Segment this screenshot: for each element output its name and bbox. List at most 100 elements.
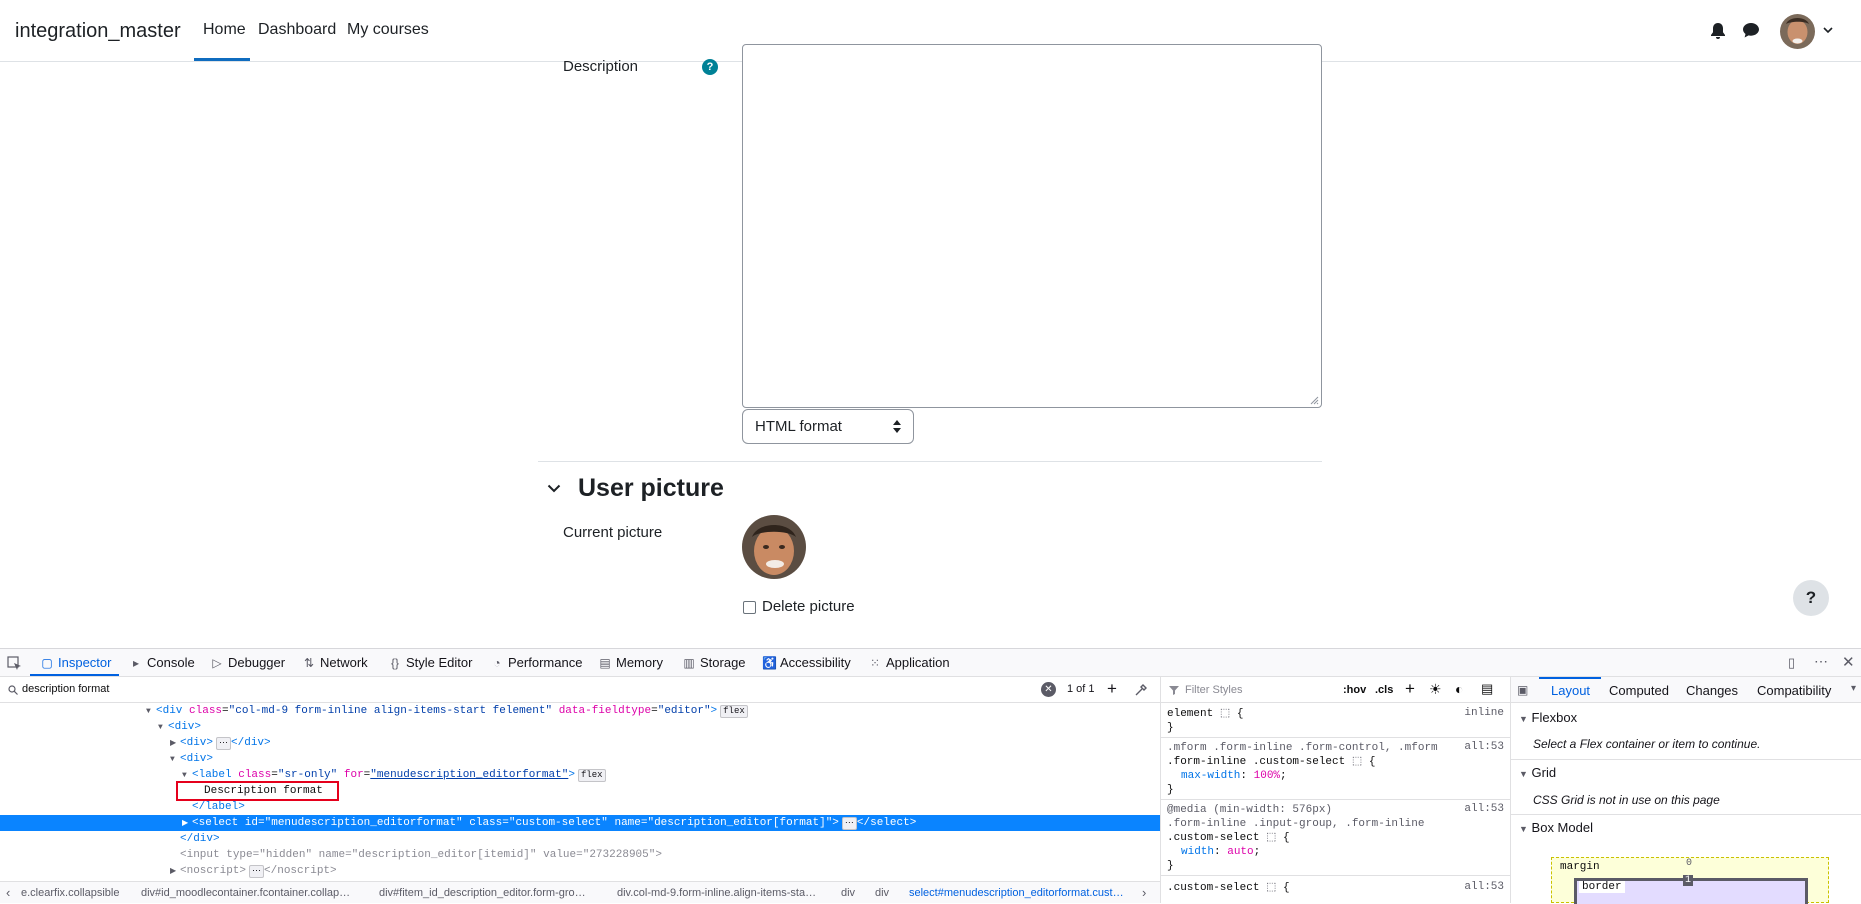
site-name[interactable]: integration_master bbox=[15, 20, 181, 43]
tab-console[interactable]: ▸ Console bbox=[129, 655, 195, 670]
collapse-chevron-icon[interactable] bbox=[547, 484, 561, 494]
box-model-border[interactable]: border 1 bbox=[1574, 875, 1808, 904]
add-node-icon[interactable]: + bbox=[1107, 679, 1117, 699]
user-avatar[interactable] bbox=[1780, 14, 1815, 49]
user-picture-heading[interactable]: User picture bbox=[578, 474, 724, 503]
print-media-icon[interactable]: ▤ bbox=[1481, 681, 1493, 697]
class-toggle[interactable]: .cls bbox=[1375, 684, 1393, 696]
add-rule-icon[interactable]: + bbox=[1405, 679, 1415, 699]
tab-accessibility[interactable]: ♿ Accessibility bbox=[762, 655, 851, 670]
clear-search-icon[interactable]: ✕ bbox=[1041, 682, 1056, 697]
ellipsis-badge[interactable]: ⋯ bbox=[249, 865, 265, 878]
light-scheme-icon[interactable]: ☀ bbox=[1429, 681, 1442, 698]
markup-line[interactable]: ▼ <div class="col-md-9 form-inline align-… bbox=[146, 703, 748, 719]
tab-performance[interactable]: ◔ Performance bbox=[490, 655, 582, 670]
breadcrumb-item-selected[interactable]: select#menudescription_editorformat.cust… bbox=[909, 887, 1124, 899]
rule-source[interactable]: all:53 bbox=[1464, 741, 1504, 753]
markup-line[interactable]: ▼ <div> bbox=[170, 751, 213, 767]
markup-line[interactable]: </div> bbox=[180, 831, 220, 847]
selected-markup-line[interactable]: ▶ <select id="menudescription_editorforma… bbox=[0, 815, 1160, 831]
tab-compatibility[interactable]: Compatibility bbox=[1757, 683, 1831, 698]
breadcrumb-item[interactable]: div#fitem_id_description_editor.form-gro… bbox=[379, 887, 586, 899]
bell-icon[interactable] bbox=[1710, 22, 1726, 40]
markup-line[interactable]: </label> bbox=[192, 799, 245, 815]
eyedropper-icon[interactable] bbox=[1134, 683, 1148, 697]
expanded-triangle-icon[interactable]: ▼ bbox=[170, 752, 180, 768]
box-model-margin[interactable]: margin 0 border 1 bbox=[1551, 857, 1829, 904]
description-format-select[interactable]: HTML format bbox=[742, 409, 914, 444]
rule-source[interactable]: all:53 bbox=[1464, 881, 1504, 893]
flex-badge[interactable]: flex bbox=[577, 769, 606, 782]
rule-element[interactable]: element ⬚ { bbox=[1167, 707, 1243, 721]
breadcrumb-prev-icon[interactable]: ‹ bbox=[6, 885, 10, 900]
breadcrumb-item[interactable]: e.clearfix.collapsible bbox=[21, 887, 119, 899]
markup-line[interactable]: ▼ <div> bbox=[158, 719, 201, 735]
delete-picture-label[interactable]: Delete picture bbox=[762, 598, 855, 615]
delete-picture-checkbox[interactable] bbox=[743, 601, 756, 614]
dark-scheme-icon[interactable]: ◐ bbox=[1455, 681, 1463, 697]
rule-source[interactable]: all:53 bbox=[1464, 803, 1504, 815]
breadcrumb-item[interactable]: div.col-md-9.form-inline.align-items-sta… bbox=[617, 887, 816, 899]
grid-section[interactable]: ▼ Grid bbox=[1519, 765, 1556, 780]
nav-home[interactable]: Home bbox=[203, 21, 246, 39]
element-picker-icon[interactable] bbox=[7, 656, 22, 671]
collapsed-triangle-icon[interactable]: ▶ bbox=[170, 864, 180, 880]
rule-declaration[interactable]: width: auto; bbox=[1181, 845, 1260, 859]
box-model-section[interactable]: ▼ Box Model bbox=[1519, 820, 1593, 835]
markup-search-input[interactable]: description format bbox=[22, 683, 109, 695]
markup-line[interactable]: ▶ <div> ⋯ </div> bbox=[170, 735, 271, 751]
flex-badge[interactable]: flex bbox=[720, 705, 748, 718]
collapsed-triangle-icon[interactable]: ▶ bbox=[170, 736, 180, 752]
tab-changes[interactable]: Changes bbox=[1686, 683, 1738, 698]
help-floating-button[interactable]: ? bbox=[1793, 580, 1829, 616]
tab-application[interactable]: ⁙ Application bbox=[868, 655, 950, 670]
ellipsis-badge[interactable]: ⋯ bbox=[841, 817, 857, 830]
toggle-sidebar-icon[interactable]: ▣ bbox=[1517, 683, 1528, 697]
collapsed-triangle-icon[interactable]: ▶ bbox=[182, 816, 192, 832]
markup-line[interactable]: ▶ <noscript> ⋯ </noscript> bbox=[170, 863, 337, 879]
tabs-overflow-icon[interactable]: ▾ bbox=[1851, 683, 1856, 694]
help-icon[interactable]: ? bbox=[702, 59, 718, 75]
close-devtools-icon[interactable]: ✕ bbox=[1842, 653, 1855, 671]
tab-debugger[interactable]: ▷ Debugger bbox=[210, 655, 285, 670]
rule-selector[interactable]: .custom-select ⬚ { bbox=[1167, 881, 1290, 895]
markup-line[interactable]: <input type="hidden" name="description_e… bbox=[180, 847, 662, 863]
tab-storage[interactable]: ▥ Storage bbox=[682, 655, 745, 670]
chevron-down-icon[interactable] bbox=[1823, 27, 1833, 34]
flexbox-section[interactable]: ▼ Flexbox bbox=[1519, 710, 1577, 725]
rule-source[interactable]: inline bbox=[1464, 707, 1504, 719]
select-arrows-icon bbox=[893, 420, 901, 433]
border-value[interactable]: 1 bbox=[1683, 875, 1694, 886]
rule-selector[interactable]: .mform .form-inline .form-control, .mfor… bbox=[1167, 741, 1438, 755]
filter-styles-input[interactable]: Filter Styles bbox=[1185, 684, 1242, 696]
margin-value[interactable]: 0 bbox=[1686, 858, 1692, 869]
expanded-triangle-icon[interactable]: ▼ bbox=[158, 720, 168, 736]
tab-inspector[interactable]: ▢ Inspector bbox=[40, 655, 111, 670]
breadcrumb-item[interactable]: div#id_moodlecontainer.fcontainer.collap… bbox=[141, 887, 350, 899]
responsive-design-icon[interactable]: ▯ bbox=[1788, 655, 1795, 671]
hover-state-toggle[interactable]: :hov bbox=[1343, 684, 1366, 696]
rule-selector[interactable]: .custom-select ⬚ { bbox=[1167, 831, 1290, 845]
breadcrumb-next-icon[interactable]: › bbox=[1142, 885, 1146, 900]
tab-network[interactable]: ⇅ Network bbox=[302, 655, 368, 670]
more-options-icon[interactable]: ⋯ bbox=[1814, 653, 1828, 670]
resize-grip-icon[interactable] bbox=[1309, 395, 1319, 405]
tab-computed[interactable]: Computed bbox=[1609, 683, 1669, 698]
rule-selector[interactable]: .form-inline .custom-select ⬚ { bbox=[1167, 755, 1375, 769]
chat-icon[interactable] bbox=[1742, 22, 1760, 39]
attr-value-link[interactable]: "menudescription_editorformat" bbox=[370, 769, 568, 781]
expanded-triangle-icon[interactable]: ▼ bbox=[146, 704, 156, 720]
tab-style-editor[interactable]: {} Style Editor bbox=[388, 655, 473, 670]
nav-my-courses[interactable]: My courses bbox=[347, 21, 429, 39]
nav-dashboard[interactable]: Dashboard bbox=[258, 21, 336, 39]
tab-layout[interactable]: Layout bbox=[1551, 683, 1590, 698]
rule-selector[interactable]: .form-inline .input-group, .form-inline bbox=[1167, 817, 1424, 831]
tab-memory[interactable]: ▤ Memory bbox=[598, 655, 663, 670]
description-editor[interactable] bbox=[742, 44, 1322, 408]
breadcrumb-item[interactable]: div bbox=[841, 887, 855, 899]
ellipsis-badge[interactable]: ⋯ bbox=[216, 737, 232, 750]
highlighted-text-node[interactable]: Description format bbox=[176, 781, 339, 801]
rule-declaration[interactable]: max-width: 100%; bbox=[1181, 769, 1287, 783]
tab-style-editor-label: Style Editor bbox=[406, 655, 473, 670]
breadcrumb-item[interactable]: div bbox=[875, 887, 889, 899]
